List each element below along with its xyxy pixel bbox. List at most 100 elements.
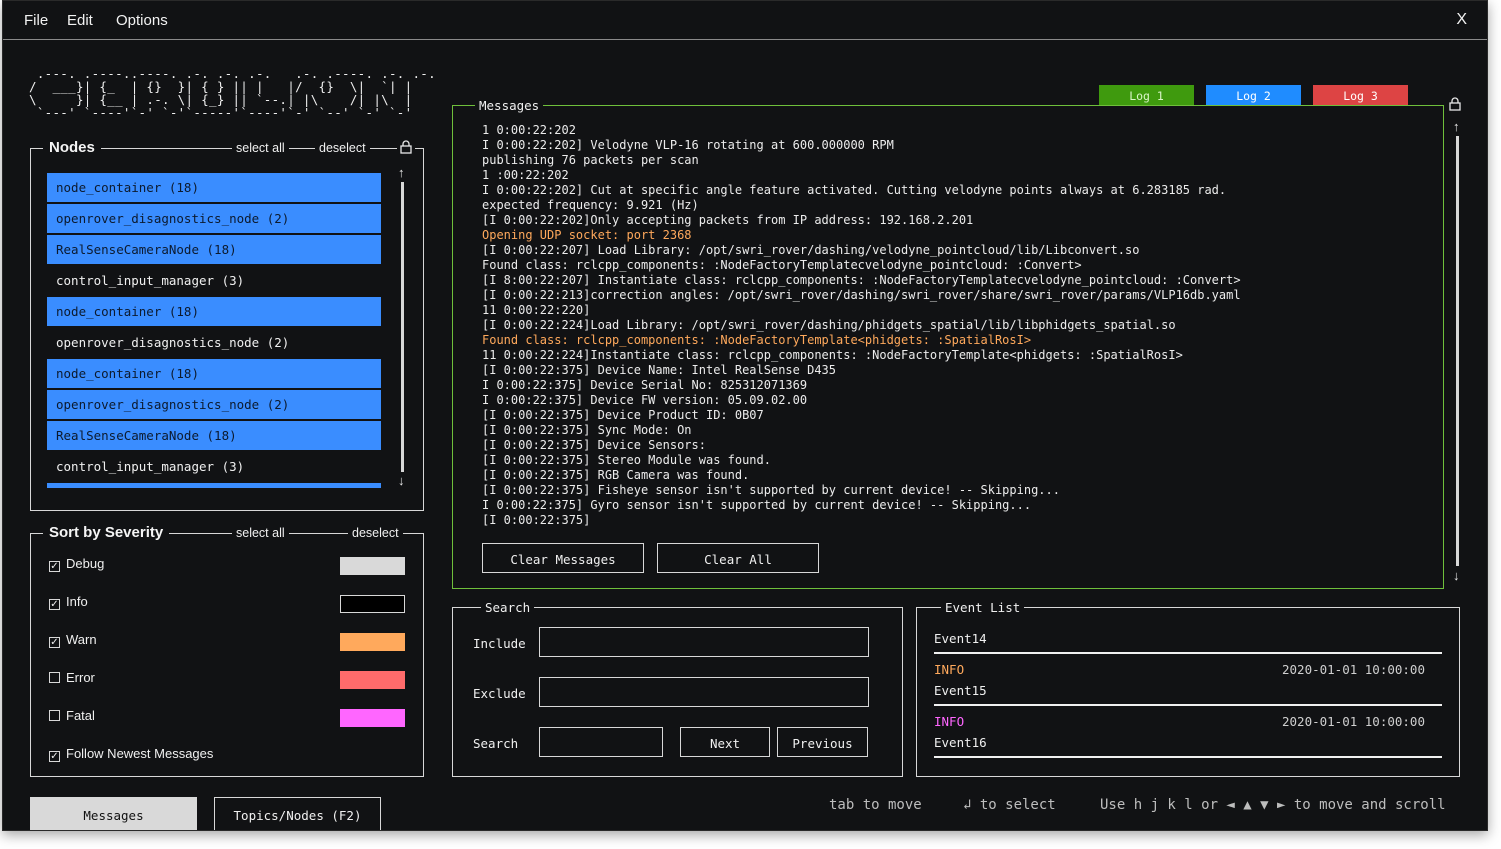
node-list-item[interactable]: RealSenseCameraNode (18) xyxy=(47,421,381,450)
next-button[interactable]: Next xyxy=(680,727,770,757)
scroll-down-arrow-icon[interactable]: ↓ xyxy=(398,473,405,488)
tab-log-3[interactable]: Log 3 xyxy=(1313,85,1408,105)
include-input[interactable] xyxy=(539,627,869,657)
severity-label: Info xyxy=(66,594,88,609)
lock-icon[interactable] xyxy=(397,140,415,159)
clear-all-button[interactable]: Clear All xyxy=(657,543,819,573)
node-list-item[interactable]: node_container (18) xyxy=(47,359,381,388)
event-timestamp: 2020-01-01 10:00:00 xyxy=(1282,662,1425,677)
search-label: Search xyxy=(473,736,519,751)
node-list-item[interactable]: control_input_manager (3) xyxy=(47,452,381,481)
log-line: I 0:00:22:375] Device FW version: 05.09.… xyxy=(482,393,808,407)
messages-lock-icon[interactable] xyxy=(1448,97,1462,116)
search-input[interactable] xyxy=(539,727,663,757)
follow-checkbox-icon: ✓ xyxy=(49,751,60,762)
checkbox-icon: ✓ xyxy=(49,637,60,648)
log-line: [I 0:00:22:202]Only accepting packets fr… xyxy=(482,213,974,227)
log-line: 11 0:00:22:224]Instantiate class: rclcpp… xyxy=(482,348,1183,362)
node-list-item[interactable]: control_input_manager (3) xyxy=(47,266,381,295)
menu-options[interactable]: Options xyxy=(116,12,168,29)
severity-checkbox-fatal[interactable]: Fatal xyxy=(49,708,95,726)
log-line: [I 0:00:22:213]correction angles: /opt/s… xyxy=(482,288,1241,302)
log-line: [I 0:00:22:375] Device Name: Intel RealS… xyxy=(482,363,837,377)
app-window: File Edit Options X .---. .----..----. .… xyxy=(2,0,1488,831)
ascii-logo: .---. .----..----. .-. .-. .-. .-. .----… xyxy=(29,66,436,120)
node-list-item[interactable]: node_container (18) xyxy=(47,297,381,326)
messages-scrollbar[interactable] xyxy=(1456,136,1459,566)
severity-checkbox-debug[interactable]: ✓ Debug xyxy=(49,556,104,574)
checkbox-icon: ✓ xyxy=(49,561,60,572)
search-panel: Search Include Exclude Search Next Previ… xyxy=(452,600,903,777)
event-list-panel: Event List Event14 INFO 2020-01-01 10:00:0… xyxy=(916,600,1460,777)
event-list-item[interactable]: Event14 xyxy=(934,631,1442,646)
severity-color-swatch[interactable] xyxy=(340,633,405,651)
event-list-item[interactable]: Event16 xyxy=(934,735,1442,750)
tab-topics-nodes[interactable]: Topics/Nodes (F2) xyxy=(214,797,381,830)
node-list-item[interactable]: RealSenseCameraNode (18) xyxy=(47,235,381,264)
close-icon[interactable]: X xyxy=(1456,11,1467,29)
log-line: [I 0:00:22:375] Device Sensors: xyxy=(482,438,706,452)
severity-color-swatch[interactable] xyxy=(340,595,405,613)
log-line: [I 8:00:22:207] Instantiate class: rclcp… xyxy=(482,273,1241,287)
exclude-input[interactable] xyxy=(539,677,869,707)
severity-checkbox-warn[interactable]: ✓ Warn xyxy=(49,632,97,650)
severity-color-swatch[interactable] xyxy=(340,671,405,689)
log-line: I 0:00:22:375] Device Serial No: 8253120… xyxy=(482,378,808,392)
severity-select-all[interactable]: select all xyxy=(232,526,289,540)
log-line: I 0:00:22:202] Velodyne VLP-16 rotating … xyxy=(482,138,894,152)
log-line: I 0:00:22:375] Gyro sensor isn't support… xyxy=(482,498,1032,512)
follow-newest-checkbox[interactable]: ✓ Follow Newest Messages xyxy=(49,746,213,764)
checkbox-icon xyxy=(49,672,60,683)
node-list-item[interactable]: openrover_disagnostics_node (2) xyxy=(47,390,381,419)
log-line: publishing 76 packets per scan xyxy=(482,153,699,167)
scroll-up-arrow-icon[interactable]: ↑ xyxy=(398,165,405,180)
log-line: [I 0:00:22:375] Stereo Module was found. xyxy=(482,453,771,467)
log-line: [I 0:00:22:375] Device Product ID: 0B07 xyxy=(482,408,764,422)
node-list-item[interactable]: node_container (18) xyxy=(47,173,381,202)
event-timestamp: 2020-01-01 10:00:00 xyxy=(1282,714,1425,729)
hint-scroll: Use h j k l or ◄ ▲ ▼ ► to move and scrol… xyxy=(1100,797,1446,813)
messages-scroll-down-icon[interactable]: ↓ xyxy=(1453,568,1460,583)
checkbox-icon xyxy=(49,710,60,721)
severity-label: Fatal xyxy=(66,708,95,723)
severity-title: Sort by Severity xyxy=(43,524,170,541)
log-line: [I 0:00:22:375] Fisheye sensor isn't sup… xyxy=(482,483,1060,497)
nodes-select-all[interactable]: select all xyxy=(232,141,289,155)
event-divider xyxy=(934,756,1442,758)
tab-log-1[interactable]: Log 1 xyxy=(1099,85,1194,105)
event-list-item[interactable]: Event15 xyxy=(934,683,1442,698)
clear-messages-button[interactable]: Clear Messages xyxy=(482,543,644,573)
event-divider xyxy=(934,704,1442,706)
severity-label: Debug xyxy=(66,556,105,571)
include-label: Include xyxy=(473,636,526,651)
tab-log-2[interactable]: Log 2 xyxy=(1206,85,1301,105)
log-line: [I 0:00:22:375] xyxy=(482,513,591,527)
previous-button[interactable]: Previous xyxy=(777,727,868,757)
severity-checkbox-error[interactable]: Error xyxy=(49,670,95,688)
log-lines: 1 0:00:22:202 I 0:00:22:202] Velodyne VLP… xyxy=(482,123,1422,528)
severity-deselect[interactable]: deselect xyxy=(348,526,403,540)
menu-edit[interactable]: Edit xyxy=(67,12,93,29)
follow-label: Follow Newest Messages xyxy=(66,746,214,761)
search-title: Search xyxy=(481,600,535,615)
messages-scroll-up-icon[interactable]: ↑ xyxy=(1453,119,1460,134)
severity-label: Warn xyxy=(66,632,97,647)
severity-color-swatch[interactable] xyxy=(340,709,405,727)
log-line: 1 0:00:22:202 xyxy=(482,123,576,137)
menu-file[interactable]: File xyxy=(24,12,48,29)
severity-panel: Sort by Severity select all deselect ✓ De… xyxy=(30,524,424,777)
tab-messages[interactable]: Messages xyxy=(30,797,197,830)
log-line: Opening UDP socket: port 2368 xyxy=(482,228,692,242)
nodes-title: Nodes xyxy=(43,139,101,156)
node-list-item[interactable]: openrover_disagnostics_node (2) xyxy=(47,328,381,357)
nodes-scrollbar[interactable] xyxy=(401,182,404,472)
severity-label: Error xyxy=(66,670,95,685)
checkbox-icon: ✓ xyxy=(49,599,60,610)
menu-bar: File Edit Options X xyxy=(3,1,1487,40)
event-level: INFO xyxy=(934,662,965,677)
severity-color-swatch[interactable] xyxy=(340,557,405,575)
nodes-deselect[interactable]: deselect xyxy=(315,141,370,155)
severity-checkbox-info[interactable]: ✓ Info xyxy=(49,594,88,612)
node-list-item[interactable]: openrover_disagnostics_node (2) xyxy=(47,204,381,233)
event-divider xyxy=(934,652,1442,654)
